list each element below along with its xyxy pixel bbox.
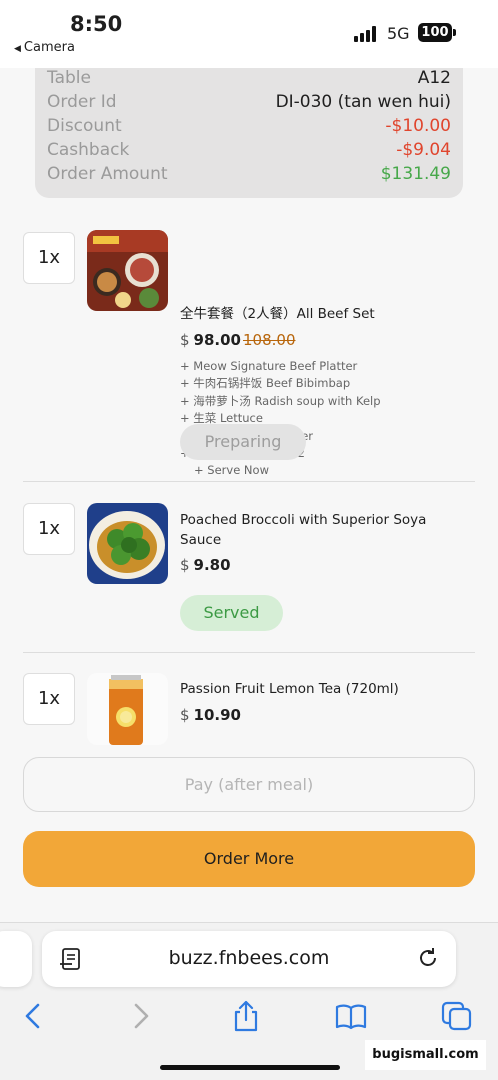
back-to-camera[interactable]: ◀ Camera — [14, 40, 75, 55]
summary-label: Order Amount — [47, 164, 168, 184]
table-number: A12 — [417, 68, 451, 88]
modifier-line: + 牛肉石锅拌饭 Beef Bibimbap — [180, 376, 351, 391]
quantity-box: 1x — [23, 673, 75, 725]
price-amount: 98.00 — [193, 331, 241, 349]
summary-row-cashback: Cashback -$9.04 — [47, 140, 451, 164]
discount-value: -$10.00 — [385, 116, 451, 136]
battery-tip — [453, 29, 456, 36]
price-amount: 9.80 — [193, 556, 231, 574]
summary-label: Table — [47, 68, 91, 88]
pay-after-meal-button[interactable]: Pay (after meal) — [23, 757, 475, 812]
summary-label: Order Id — [47, 92, 117, 112]
bookmarks-icon[interactable] — [334, 999, 368, 1033]
item-price: $10.90 — [180, 706, 241, 724]
signal-icon — [354, 26, 380, 42]
order-page: Table A12 Order Id DI-030 (tan wen hui) … — [0, 68, 498, 922]
currency-symbol: $ — [180, 331, 190, 349]
summary-row-discount: Discount -$10.00 — [47, 116, 451, 140]
item-price: $98.00 108.00 — [180, 331, 296, 349]
modifier-line: + Serve Now — [194, 463, 269, 478]
original-price: 108.00 — [243, 331, 296, 349]
share-icon[interactable] — [229, 999, 263, 1033]
order-id: DI-030 (tan wen hui) — [275, 92, 451, 112]
home-indicator — [160, 1065, 340, 1070]
cashback-value: -$9.04 — [396, 140, 451, 160]
currency-symbol: $ — [180, 706, 190, 724]
item-image-lemon-tea[interactable] — [87, 673, 168, 745]
summary-row-order-amount: Order Amount $131.49 — [47, 164, 451, 188]
divider — [23, 481, 475, 482]
item-image-broccoli[interactable] — [87, 503, 168, 584]
back-triangle-icon: ◀ — [14, 44, 21, 54]
quantity-box: 1x — [23, 232, 75, 284]
summary-label: Discount — [47, 116, 122, 136]
summary-row-order-id: Order Id DI-030 (tan wen hui) — [47, 92, 451, 116]
url-text: buzz.fnbees.com — [168, 947, 330, 969]
battery-icon: 100 — [418, 23, 452, 42]
network-type: 5G — [387, 24, 410, 43]
item-name: 全牛套餐（2人餐）All Beef Set — [180, 306, 375, 322]
status-badge-served: Served — [180, 595, 283, 631]
status-time: 8:50 — [70, 12, 123, 36]
item-name: Passion Fruit Lemon Tea (720ml) — [180, 681, 399, 697]
currency-symbol: $ — [180, 556, 190, 574]
modifier-line: + Meow Signature Beef Platter — [180, 359, 358, 373]
forward-chevron-icon[interactable] — [124, 999, 158, 1033]
price-amount: 10.90 — [193, 706, 241, 724]
watermark: bugismall.com — [365, 1040, 486, 1070]
summary-label: Cashback — [47, 140, 130, 160]
order-more-button[interactable]: Order More — [23, 831, 475, 887]
status-bar: 8:50 ◀ Camera 5G 100 — [0, 0, 498, 68]
status-badge-preparing: Preparing — [180, 424, 306, 460]
quantity-box: 1x — [23, 503, 75, 555]
back-app-label: Camera — [23, 40, 75, 55]
divider — [23, 652, 475, 653]
item-image-beef-set[interactable] — [87, 230, 168, 311]
reload-icon[interactable] — [416, 946, 440, 970]
order-summary: Table A12 Order Id DI-030 (tan wen hui) … — [35, 68, 463, 198]
item-price: $9.80 — [180, 556, 231, 574]
previous-tab-preview[interactable] — [0, 931, 32, 987]
item-modifiers: + Meow Signature Beef Platter + 牛肉石锅拌饭 B… — [180, 358, 480, 480]
address-bar[interactable]: buzz.fnbees.com — [42, 931, 456, 987]
item-name: Poached Broccoli with Superior Soya Sauc… — [180, 512, 427, 548]
modifier-line: + 海带萝卜汤 Radish soup with Kelp — [180, 393, 381, 408]
back-chevron-icon[interactable] — [16, 999, 50, 1033]
order-amount-value: $131.49 — [380, 164, 451, 184]
summary-row-table: Table A12 — [47, 68, 451, 92]
tabs-icon[interactable] — [440, 999, 474, 1033]
